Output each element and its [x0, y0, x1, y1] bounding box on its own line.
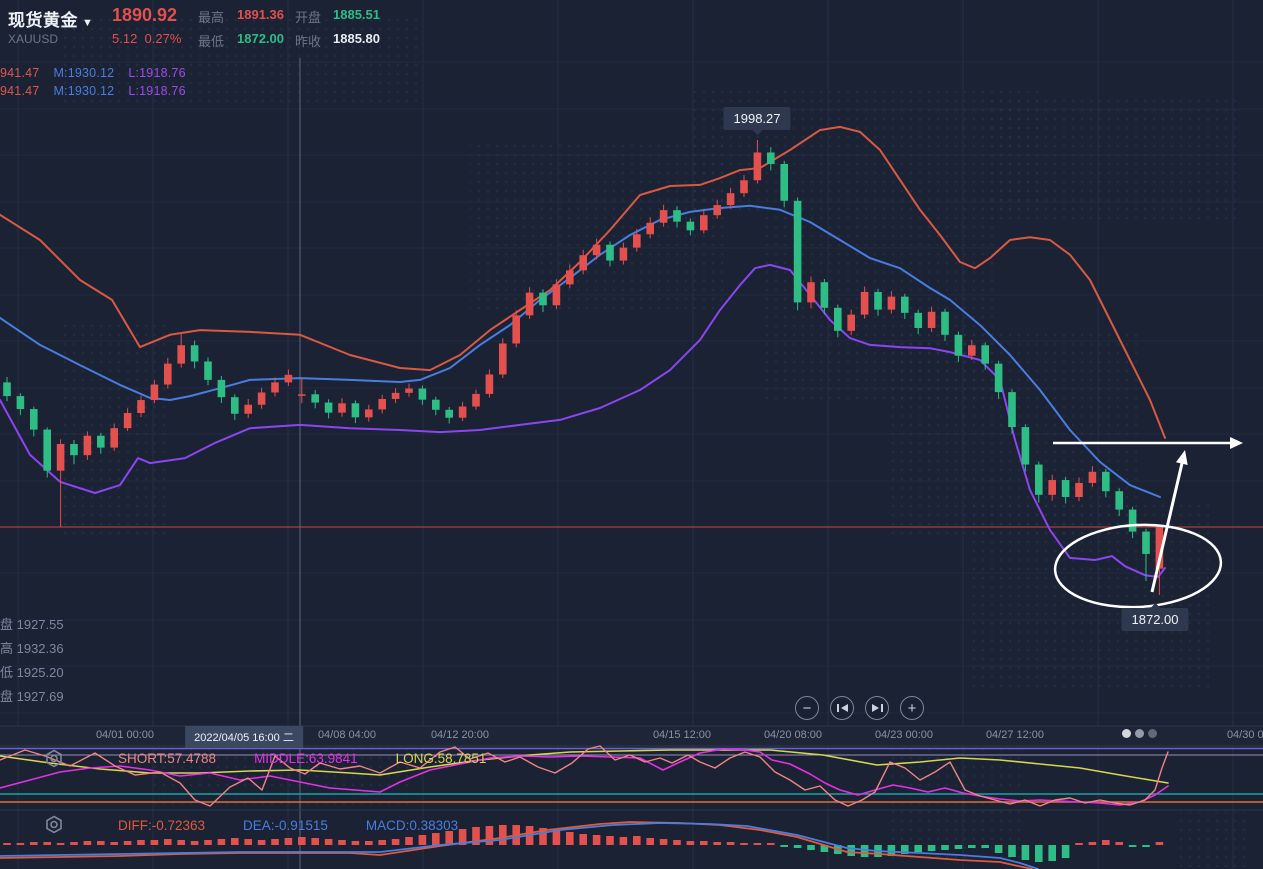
- time-axis-label: 04/15 12:00: [653, 729, 711, 741]
- kdj-short-value: SHORT:57.4788: [118, 751, 216, 766]
- crosshair-ohlc-line: 盘 1927.55: [0, 613, 64, 637]
- macd-dea-value: DEA:-0.91515: [243, 818, 328, 833]
- peak-price-tag: 1998.27: [724, 107, 791, 130]
- kdj-middle-value: MIDDLE:63.9841: [254, 751, 358, 766]
- time-axis-label: 04/12 20:00: [431, 729, 489, 741]
- macd-settings-button[interactable]: [44, 815, 64, 840]
- macd-macd-value: MACD:0.38303: [366, 818, 458, 833]
- time-axis-label: 04/23 00:00: [875, 729, 933, 741]
- stat-label: 昨收: [295, 31, 321, 50]
- stat-value: 1891.36: [237, 7, 284, 22]
- zoom-in-button[interactable]: +: [900, 696, 924, 720]
- symbol-name: 现货黄金: [8, 11, 78, 30]
- plus-icon: +: [908, 700, 917, 717]
- stat-label: 最高: [198, 7, 224, 26]
- stat-label: 最低: [198, 31, 224, 50]
- dot-map-decor: [1180, 812, 1250, 867]
- skip-end-icon: [872, 703, 883, 713]
- skip-to-start-button[interactable]: [830, 696, 854, 720]
- macd-values: DIFF:-0.72363 DEA:-0.91515 MACD:0.38303: [118, 818, 458, 833]
- minus-icon: −: [803, 700, 812, 717]
- chevron-down-icon: ▼: [82, 17, 93, 29]
- kdj-long-value: LONG:58.7851: [396, 751, 487, 766]
- skip-to-end-button[interactable]: [865, 696, 889, 720]
- symbol-selector[interactable]: 现货黄金 ▼: [8, 6, 93, 31]
- kdj-values: SHORT:57.4788 MIDDLE:63.9841 LONG:58.785…: [118, 751, 486, 766]
- tag-pointer-down: [752, 130, 762, 135]
- last-price: 1890.92: [112, 5, 177, 26]
- time-axis-label: 04/01 00:00: [96, 729, 154, 741]
- low-price-tag: 1872.00: [1122, 608, 1189, 631]
- stat-value: 1872.00: [237, 31, 284, 46]
- symbol-code: XAUUSD: [8, 32, 58, 46]
- loading-dot: [1122, 729, 1131, 738]
- dot-map-decor: [690, 85, 1040, 215]
- loading-dot: [1135, 729, 1144, 738]
- trading-app: 现货黄金 ▼ XAUUSD 1890.92 5.12 0.27% 最高 1891.3…: [0, 0, 1263, 869]
- crosshair-ohlc-info: 盘 1927.55高 1932.36低 1925.20盘 1927.69: [0, 613, 64, 709]
- crosshair-ohlc-line: 盘 1927.69: [0, 685, 64, 709]
- crosshair-date-label: 2022/04/05 16:00 二: [185, 726, 303, 748]
- stat-label: 开盘: [295, 7, 321, 26]
- stat-value: 1885.80: [333, 31, 380, 46]
- gear-icon: [44, 749, 64, 769]
- boll-values-row-2: 941.47M:1930.12L:1918.76: [0, 84, 200, 98]
- time-axis-label: 04/30 04:00: [1227, 729, 1263, 741]
- gear-icon: [44, 815, 64, 835]
- boll-values-row-1: 941.47M:1930.12L:1918.76: [0, 66, 200, 80]
- tag-pointer-up: [1150, 603, 1160, 608]
- zoom-out-button[interactable]: −: [795, 696, 819, 720]
- price-change: 5.12 0.27%: [112, 31, 181, 46]
- time-axis-label: 04/27 12:00: [986, 729, 1044, 741]
- time-axis-label: 04/20 08:00: [764, 729, 822, 741]
- crosshair-ohlc-line: 高 1932.36: [0, 637, 64, 661]
- stat-value: 1885.51: [333, 7, 380, 22]
- crosshair-ohlc-line: 低 1925.20: [0, 661, 64, 685]
- macd-diff-value: DIFF:-0.72363: [118, 818, 205, 833]
- kdj-settings-button[interactable]: [44, 749, 64, 774]
- time-axis-label: 04/08 04:00: [318, 729, 376, 741]
- loading-dot: [1148, 729, 1157, 738]
- skip-start-icon: [837, 703, 848, 713]
